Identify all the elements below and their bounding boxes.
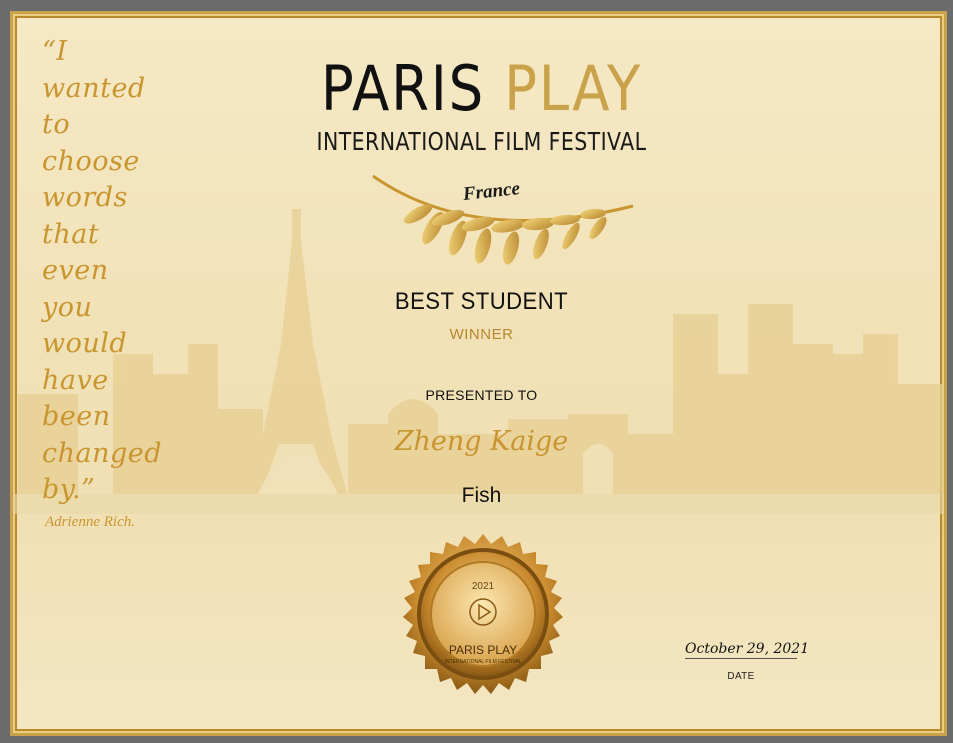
seal-year: 2021 (472, 581, 495, 592)
signature-date: October 29, 2021 (685, 641, 810, 659)
festival-subtitle: INTERNATIONAL FILM FESTIVAL (316, 127, 647, 156)
quote-author: Adrienne Rich. (45, 514, 135, 530)
award-title: BEST STUDENT (394, 288, 569, 315)
presented-to-label: PRESENTED TO (425, 387, 538, 403)
certificate: “I wanted to choose words that even you … (10, 11, 947, 736)
quote-line: words (42, 182, 128, 213)
quote-line: that (42, 218, 100, 250)
recipient-name: Zheng Kaige (394, 426, 569, 457)
seal-name: PARIS PLAY (449, 643, 517, 657)
festival-seal: 2021 PARIS PLAY INTERNATIONAL FILM FESTI… (403, 534, 563, 694)
festival-title: PARIS PLAY (69, 54, 894, 124)
award-status: WINNER (449, 326, 514, 343)
seal-subtitle: INTERNATIONAL FILM FESTIVAL (445, 659, 522, 665)
date-label: DATE (727, 671, 755, 682)
title-word-paris: PARIS (320, 52, 486, 125)
film-title: Fish (461, 484, 502, 507)
quote-line: even (42, 255, 109, 286)
title-word-play: PLAY (504, 52, 643, 125)
